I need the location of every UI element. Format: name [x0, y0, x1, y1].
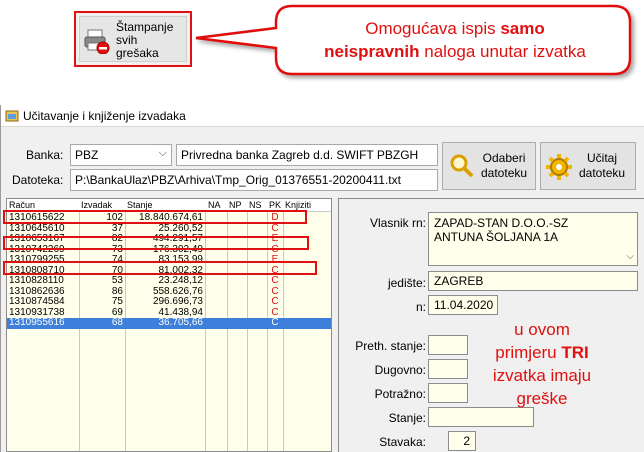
col-racun[interactable]: Račun: [9, 200, 35, 210]
potrazno-label: Potražno:: [374, 387, 426, 401]
cell-izvadak: 75: [111, 296, 123, 307]
chevron-down-icon: ⌵: [158, 147, 167, 159]
stanje-field[interactable]: [428, 407, 534, 427]
chevron-down-icon: ⌵: [626, 251, 634, 262]
table-row[interactable]: 1310828110 53 23.248,12 C: [7, 275, 331, 287]
preth-stanje-label: Preth. stanje:: [355, 339, 426, 353]
datum-field[interactable]: 11.04.2020: [428, 295, 498, 315]
stavaka-label: Stavaka:: [379, 435, 426, 449]
cell-stanje: 296.696,73: [152, 296, 203, 307]
callout-bottom-text: u ovom primjeru TRI izvatka imaju greške: [492, 320, 592, 408]
cell-stanje: 23.248,12: [158, 275, 204, 286]
col-knjiziti[interactable]: Knjiziti: [285, 200, 311, 210]
print-button-face[interactable]: Štampanje svih grešaka: [79, 16, 187, 62]
banka-label: Banka:: [26, 148, 64, 162]
col-np[interactable]: NP: [229, 200, 242, 210]
col-ns[interactable]: NS: [249, 200, 262, 210]
window-titlebar: Učitavanje i knjiženje izvadaka: [1, 105, 644, 127]
table-row[interactable]: 1310955616 68 36.705,66 C: [7, 317, 331, 329]
banka-select[interactable]: PBZ ⌵: [70, 144, 172, 166]
cell-racun: 1310874584: [9, 296, 65, 307]
app-icon: [5, 110, 19, 122]
error-row-highlight: [3, 236, 309, 250]
cell-pk: C: [271, 275, 279, 286]
stavaka-field[interactable]: 2: [448, 431, 476, 451]
col-izvadak[interactable]: Izvadak: [81, 200, 112, 210]
cell-stanje: 36.705,66: [158, 317, 204, 328]
potrazno-field[interactable]: [428, 383, 468, 403]
vlasnik-field[interactable]: ZAPAD-STAN D.O.O.-SZ ANTUNA ŠOLJANA 1A ⌵: [428, 212, 638, 266]
cell-pk: C: [271, 317, 279, 328]
error-row-highlight: [3, 210, 307, 224]
stanje-label: Stanje:: [388, 411, 426, 425]
window-title: Učitavanje i knjiženje izvadaka: [23, 109, 186, 123]
datoteka-label: Datoteka:: [12, 173, 64, 187]
vlasnik-label: Vlasnik rn:: [369, 216, 426, 230]
datum-label: n:: [415, 300, 426, 314]
table-row[interactable]: 1310874584 75 296.696,73 C: [7, 296, 331, 308]
sjediste-field[interactable]: ZAGREB: [428, 271, 638, 291]
gear-icon: [546, 154, 572, 180]
cell-izvadak: 53: [111, 275, 123, 286]
dugovno-label: Dugovno:: [374, 363, 426, 377]
print-button-label: Štampanje svih grešaka: [116, 20, 174, 60]
cell-racun: 1310955616: [9, 317, 65, 328]
datoteka-path-field[interactable]: P:\BankaUlaz\PBZ\Arhiva\Tmp_Orig_0137655…: [70, 169, 438, 191]
cell-izvadak: 68: [111, 317, 123, 328]
callout-top-text: Omogućava ispis samo neispravnih naloga …: [324, 19, 586, 61]
col-pk[interactable]: PK: [269, 200, 281, 210]
print-all-errors-button[interactable]: Štampanje svih grešaka: [74, 11, 192, 67]
ucitaj-datoteku-button[interactable]: Učitaj datoteku: [540, 142, 636, 190]
banka-name-field: Privredna banka Zagreb d.d. SWIFT PBZGH: [176, 144, 438, 166]
odaberi-datoteku-button[interactable]: Odaberi datoteku: [442, 142, 536, 190]
printer-error-icon: [84, 29, 110, 54]
dugovno-field[interactable]: [428, 359, 468, 379]
sjediste-label: jedište:: [387, 276, 426, 290]
magnifier-icon: [450, 154, 474, 178]
cell-racun: 1310828110: [9, 275, 64, 286]
col-na[interactable]: NA: [208, 200, 221, 210]
error-row-highlight: [3, 261, 317, 275]
col-stanje[interactable]: Stanje: [127, 200, 153, 210]
cell-pk: C: [271, 296, 279, 307]
preth-stanje-field[interactable]: [428, 335, 468, 355]
